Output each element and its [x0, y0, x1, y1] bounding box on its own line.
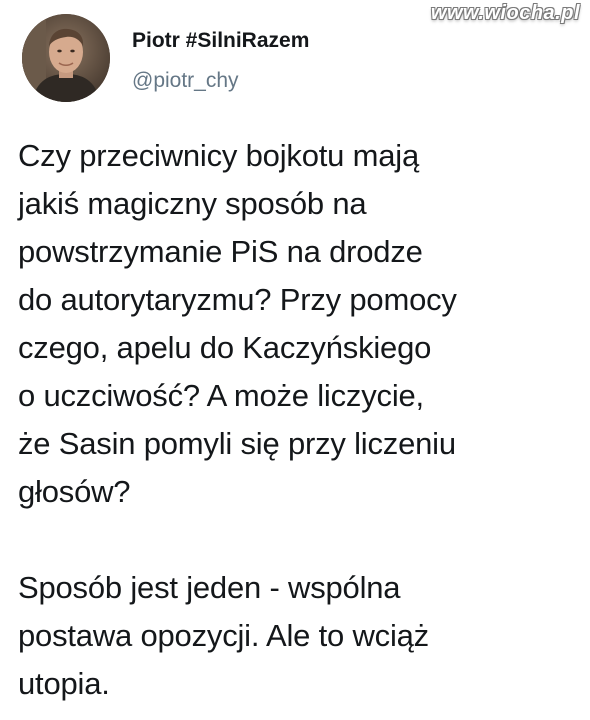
tweet-paragraph: Czy przeciwnicy bojkotu mają jakiś magic… — [18, 132, 578, 516]
text-line: jakiś magiczny sposób na — [18, 186, 367, 221]
tweet-header: Piotr #SilniRazem @piotr_chy — [22, 14, 542, 114]
user-handle[interactable]: @piotr_chy — [132, 68, 309, 94]
author-names: Piotr #SilniRazem @piotr_chy — [132, 28, 309, 94]
tweet-card: www.wiocha.pl Piotr #SilniRazem @piotr_c… — [0, 0, 590, 720]
tweet-paragraph: Sposób jest jeden - wspólna postawa opoz… — [18, 564, 578, 708]
text-line: czego, apelu do Kaczyńskiego — [18, 330, 432, 365]
avatar[interactable] — [22, 14, 110, 102]
text-line: Sposób jest jeden - wspólna — [18, 570, 401, 605]
text-line: utopia. — [18, 666, 110, 701]
display-name[interactable]: Piotr #SilniRazem — [132, 28, 309, 54]
user-avatar-photo-icon — [22, 14, 110, 102]
text-line: że Sasin pomyli się przy liczeniu — [18, 426, 456, 461]
text-line: powstrzymanie PiS na drodze — [18, 234, 423, 269]
text-line: głosów? — [18, 474, 131, 509]
text-line: Czy przeciwnicy bojkotu mają — [18, 138, 419, 173]
text-line: o uczciwość? A może liczycie, — [18, 378, 424, 413]
tweet-text: Czy przeciwnicy bojkotu mają jakiś magic… — [18, 132, 578, 708]
text-line: do autorytaryzmu? Przy pomocy — [18, 282, 457, 317]
text-line: postawa opozycji. Ale to wciąż — [18, 618, 429, 653]
